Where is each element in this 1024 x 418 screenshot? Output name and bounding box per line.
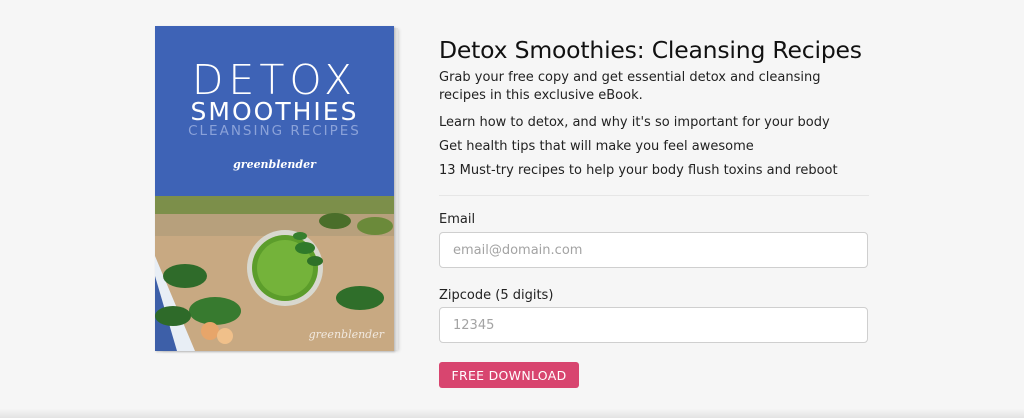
cover-title-smoothies: SMOOTHIES: [190, 97, 359, 126]
benefit-item: Get health tips that will make you feel …: [439, 139, 754, 154]
ebook-cover: DETOX SMOOTHIES CLEANSING RECIPES greenb…: [155, 26, 398, 352]
page-title: Detox Smoothies: Cleansing Recipes: [439, 36, 862, 64]
cover-title-detox: DETOX: [191, 56, 358, 104]
email-label: Email: [439, 212, 476, 227]
zipcode-label: Zipcode (5 digits): [439, 288, 554, 303]
ebook-cover-front: DETOX SMOOTHIES CLEANSING RECIPES greenb…: [155, 26, 394, 351]
free-download-button[interactable]: FREE DOWNLOAD: [439, 362, 579, 388]
cover-brand-logo: greenblender: [233, 158, 316, 171]
benefit-item: Learn how to detox, and why it's so impo…: [439, 115, 830, 130]
benefit-item: 13 Must-try recipes to help your body fl…: [439, 163, 838, 178]
section-divider: [439, 195, 869, 196]
email-field[interactable]: [439, 232, 868, 268]
intro-text: Grab your free copy and get essential de…: [439, 70, 821, 103]
page-bottom-shadow: [0, 408, 1024, 418]
cover-title-cleansing-recipes: CLEANSING RECIPES: [188, 123, 361, 139]
zipcode-field[interactable]: [439, 307, 868, 343]
photo-brand-watermark: greenblender: [308, 328, 384, 341]
